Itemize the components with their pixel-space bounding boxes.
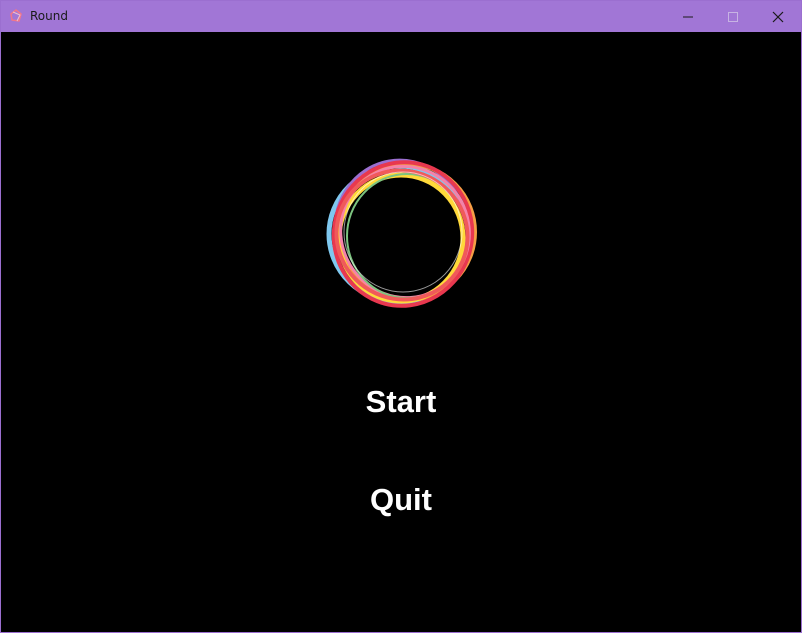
maximize-icon: [727, 11, 738, 22]
start-button[interactable]: Start: [1, 384, 801, 420]
title-bar[interactable]: Round: [1, 1, 801, 32]
close-icon: [772, 11, 783, 22]
quit-button[interactable]: Quit: [1, 482, 801, 518]
app-icon: [10, 9, 22, 22]
maximize-button[interactable]: [710, 1, 755, 32]
start-label: Start: [365, 384, 437, 419]
round-logo-icon: [326, 158, 477, 308]
app-window: Round Start Quit: [0, 0, 802, 633]
game-canvas: [1, 32, 801, 632]
window-title: Round: [30, 9, 68, 23]
close-button[interactable]: [755, 1, 800, 32]
minimize-icon: [682, 16, 693, 17]
quit-label: Quit: [370, 482, 432, 517]
minimize-button[interactable]: [665, 1, 710, 32]
